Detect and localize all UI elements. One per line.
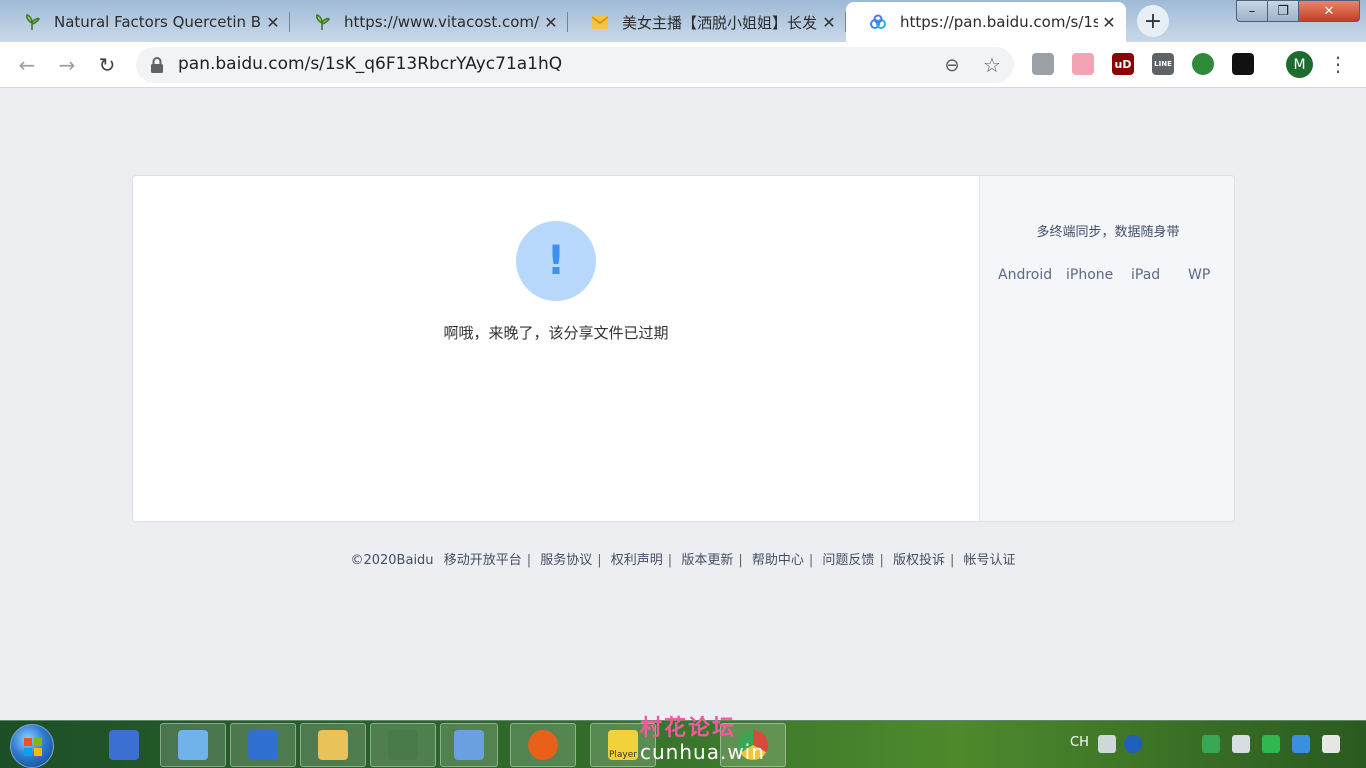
page-footer: ©2020Baidu 移动开放平台 | 服务协议 | 权利声明 | 版本更新 | 帮助中…	[0, 549, 1366, 568]
network-arrows-icon[interactable]	[1150, 735, 1168, 753]
volume-icon[interactable]	[1232, 735, 1250, 753]
text-editor-icon	[454, 730, 484, 760]
tab-close-icon[interactable]: ✕	[1098, 13, 1120, 32]
terminal-icon	[388, 730, 418, 760]
tv-extension-icon[interactable]	[1072, 53, 1094, 75]
tab-natural-factors[interactable]: Natural Factors Quercetin Bi ✕	[0, 2, 290, 42]
footer-link[interactable]: 权利声明	[611, 553, 663, 568]
footer-separator: |	[738, 553, 743, 568]
profile-avatar[interactable]: M	[1286, 51, 1313, 78]
platform-link-android[interactable]: Android	[998, 267, 1052, 283]
tab-vitacost[interactable]: https://www.vitacost.com/sc ✕	[290, 2, 568, 42]
show-hidden-icons-icon[interactable]	[1174, 735, 1192, 753]
tab-title: https://www.vitacost.com/sc	[344, 13, 540, 31]
baidu-pan-icon	[868, 12, 888, 32]
back-button[interactable]: ←	[12, 51, 42, 79]
keyboard-icon[interactable]	[1098, 735, 1116, 753]
file-explorer-button[interactable]	[300, 723, 366, 767]
tab-close-icon[interactable]: ✕	[540, 13, 562, 32]
url-text[interactable]: pan.baidu.com/s/1sK_q6F13RbcrYAyc71a1hQ	[178, 54, 562, 74]
line-extension-icon[interactable]: LINE	[1152, 53, 1174, 75]
remote-desktop-icon	[178, 730, 208, 760]
footer-link[interactable]: 移动开放平台	[444, 553, 522, 568]
footer-separator: |	[808, 553, 814, 568]
close-window-button[interactable]: ✕	[1298, 0, 1360, 22]
tab-streamer[interactable]: 美女主播【洒脱小姐姐】长发 ✕	[568, 2, 846, 42]
language-indicator[interactable]: CH	[1070, 735, 1089, 750]
help-icon[interactable]	[1124, 735, 1142, 753]
watermark-cn-text: 村花论坛	[640, 716, 737, 741]
reload-button[interactable]: ↻	[92, 51, 122, 79]
system-tray: CH	[1050, 721, 1366, 768]
zoom-icon[interactable]: ⊖	[940, 53, 964, 77]
firefox-icon	[528, 730, 558, 760]
footer-link[interactable]: 版权投诉	[893, 553, 945, 568]
browser-toolbar: ← → ↻ pan.baidu.com/s/1sK_q6F13RbcrYAyc7…	[0, 42, 1366, 88]
footer-separator: |	[949, 553, 955, 568]
footer-link[interactable]: 帮助中心	[752, 553, 804, 568]
forward-button[interactable]: →	[52, 51, 82, 79]
forum-watermark: 村花论坛 cunhua.win	[610, 710, 790, 768]
sync-check-icon[interactable]	[1202, 735, 1220, 753]
start-button[interactable]	[10, 724, 54, 768]
platform-link-iphone[interactable]: iPhone	[1066, 267, 1113, 283]
footer-separator: |	[526, 553, 532, 568]
message-panel: ! 啊哦，来晚了，该分享文件已过期	[133, 176, 979, 521]
firefox-button[interactable]	[510, 723, 576, 767]
footer-link[interactable]: 版本更新	[681, 553, 733, 568]
tab-title: 美女主播【洒脱小姐姐】长发	[622, 13, 818, 32]
stack-app-icon	[248, 730, 278, 760]
expired-message: 啊哦，来晚了，该分享文件已过期	[443, 324, 669, 342]
footer-separator: |	[597, 553, 602, 568]
watermark-en-text: cunhua.win	[640, 740, 765, 764]
side-panel-title: 多终端同步，数据随身带	[1036, 225, 1180, 240]
file-explorer-icon	[318, 730, 348, 760]
footer-link[interactable]: 服务协议	[540, 553, 592, 568]
lock-icon	[150, 56, 164, 74]
plant-icon	[312, 12, 332, 32]
minimize-button[interactable]: –	[1236, 0, 1268, 22]
bookmark-star-icon[interactable]: ☆	[980, 53, 1004, 77]
platform-link-wp[interactable]: WP	[1188, 267, 1210, 283]
menu-icon[interactable]: ⋮	[1328, 52, 1348, 78]
new-tab-button[interactable]: +	[1137, 5, 1169, 37]
tool-app-icon	[109, 730, 139, 760]
windows-logo-icon	[24, 738, 42, 756]
black-diamond-extension-icon[interactable]	[1232, 53, 1254, 75]
tab-close-icon[interactable]: ✕	[262, 13, 284, 32]
footer-separator: |	[667, 553, 673, 568]
globe-extension-icon[interactable]	[1192, 53, 1214, 75]
download-side-panel: 多终端同步，数据随身带 Android iPhone iPad WP	[979, 176, 1234, 521]
tab-title: https://pan.baidu.com/s/1sK	[900, 13, 1098, 31]
text-editor-button[interactable]	[440, 723, 498, 767]
stack-app-button[interactable]	[230, 723, 296, 767]
terminal-button[interactable]	[370, 723, 436, 767]
ublock-icon[interactable]: uD	[1112, 53, 1134, 75]
browser-tab-strip: Natural Factors Quercetin Bi ✕ https://w…	[0, 0, 1366, 42]
footer-link[interactable]: 帐号认证	[964, 553, 1016, 568]
plant-icon	[22, 12, 42, 32]
platform-link-ipad[interactable]: iPad	[1131, 267, 1160, 283]
share-expired-card: ! 啊哦，来晚了，该分享文件已过期 多终端同步，数据随身带 Android iP…	[132, 175, 1235, 522]
power-icon[interactable]	[1322, 735, 1340, 753]
tool-app-button[interactable]	[100, 723, 148, 767]
copyright-text: ©2020Baidu	[350, 553, 434, 568]
wechat-icon[interactable]	[1262, 735, 1280, 753]
footer-link[interactable]: 问题反馈	[822, 553, 874, 568]
gray-extension-icon[interactable]	[1032, 53, 1054, 75]
footer-separator: |	[879, 553, 884, 568]
remote-desktop-button[interactable]	[160, 723, 226, 767]
network-icon[interactable]	[1292, 735, 1310, 753]
tab-title: Natural Factors Quercetin Bi	[54, 13, 262, 31]
maximize-button[interactable]: ❐	[1267, 0, 1299, 22]
address-bar[interactable]: pan.baidu.com/s/1sK_q6F13RbcrYAyc71a1hQ …	[136, 47, 1014, 83]
tab-baidu-pan[interactable]: https://pan.baidu.com/s/1sK ✕	[846, 2, 1126, 42]
tab-close-icon[interactable]: ✕	[818, 13, 840, 32]
mail-icon	[590, 12, 610, 32]
warning-icon: !	[516, 221, 596, 301]
